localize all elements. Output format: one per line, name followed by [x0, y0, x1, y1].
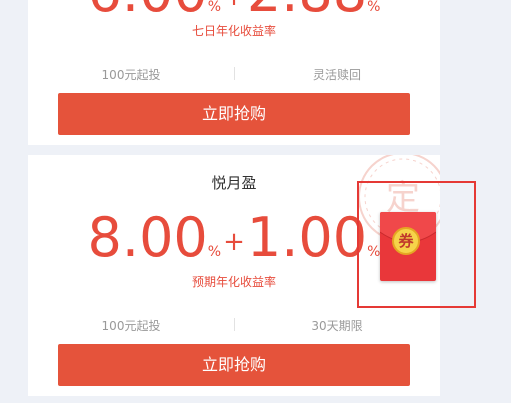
buy-now-button[interactable]: 立即抢购	[58, 344, 410, 386]
product-card-top[interactable]: 6.00%+2.88% 七日年化收益率 100元起投 灵活赎回 立即抢购	[28, 0, 440, 145]
min-invest: 100元起投	[101, 68, 161, 82]
rate-plus: +	[223, 0, 245, 12]
rate-display: 6.00%+2.88%	[28, 0, 440, 20]
rate-main-unit: %	[207, 0, 222, 15]
rate-plus: +	[223, 227, 245, 257]
buy-now-button[interactable]: 立即抢购	[58, 93, 410, 135]
rate-bonus: 1.00	[246, 206, 368, 269]
coupon-label: 券	[392, 227, 420, 255]
info-row: 100元起投 30天期限	[28, 317, 440, 333]
rate-bonus-unit: %	[367, 0, 381, 15]
info-row: 100元起投 灵活赎回	[28, 66, 440, 82]
rate-bonus: 2.88	[247, 0, 367, 24]
term: 30天期限	[311, 319, 363, 333]
rate-main: 6.00	[88, 0, 208, 24]
rate-main-unit: %	[207, 244, 222, 260]
rate-main: 8.00	[87, 206, 208, 269]
term: 灵活赎回	[312, 68, 361, 82]
coupon-red-envelope-button[interactable]: 券	[380, 212, 436, 281]
min-invest: 100元起投	[101, 319, 161, 333]
rate-label: 七日年化收益率	[191, 24, 276, 38]
